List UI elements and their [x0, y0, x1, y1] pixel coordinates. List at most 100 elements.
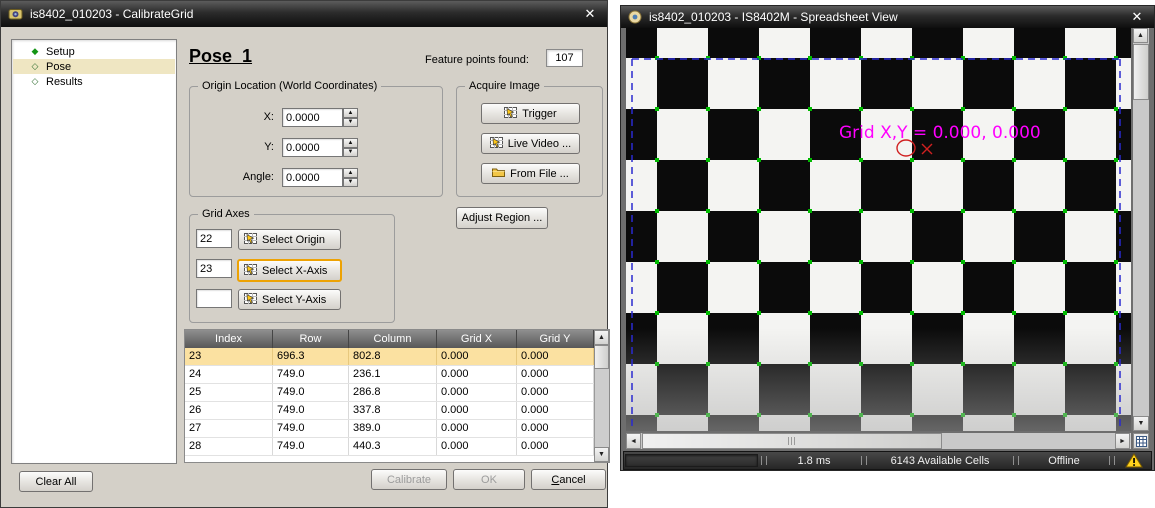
scroll-right-button[interactable]: ► — [1115, 433, 1130, 449]
tree-item-setup[interactable]: ◆ Setup — [13, 44, 175, 59]
live-video-button[interactable]: Live Video ... — [481, 133, 580, 154]
cell-index: 23 — [185, 348, 273, 365]
table-row[interactable]: 28 749.0 440.3 0.000 0.000 — [185, 438, 609, 456]
close-button[interactable]: ✕ — [580, 6, 600, 22]
folder-icon — [492, 167, 505, 180]
button-label: Trigger — [522, 108, 556, 120]
tree-item-label: Results — [46, 76, 83, 88]
cell-grid-x: 0.000 — [437, 348, 517, 365]
y-axis-index-field[interactable] — [196, 289, 232, 308]
y-spinner-up-button[interactable]: ▲ — [343, 138, 358, 148]
scroll-down-button[interactable]: ▼ — [594, 447, 609, 462]
app-icon[interactable] — [628, 10, 642, 24]
app-icon[interactable] — [8, 7, 23, 21]
cell-row: 749.0 — [273, 402, 349, 419]
origin-index-field[interactable] — [196, 229, 232, 248]
table-row[interactable]: 25 749.0 286.8 0.000 0.000 — [185, 384, 609, 402]
cell-row: 749.0 — [273, 420, 349, 437]
scroll-up-button[interactable]: ▲ — [594, 330, 609, 345]
scrollbar-thumb[interactable] — [642, 433, 942, 449]
cell-index: 24 — [185, 366, 273, 383]
table-header: Index Row Column Grid X Grid Y — [185, 330, 609, 348]
cell-grid-x: 0.000 — [437, 402, 517, 419]
ok-button: OK — [453, 469, 525, 490]
grid-axes-group: Grid Axes Select Origin Select X-Axis — [189, 214, 395, 323]
trigger-button[interactable]: Trigger — [481, 103, 580, 124]
scroll-left-button[interactable]: ◄ — [626, 433, 641, 449]
diamond-icon: ◇ — [30, 77, 40, 86]
table-scrollbar[interactable]: ▲ ▼ — [594, 330, 609, 462]
calibrate-grid-window: is8402_010203 - CalibrateGrid ✕ ◆ Setup … — [0, 0, 608, 508]
pointer-grid-icon — [244, 293, 257, 307]
cell-column: 286.8 — [349, 384, 437, 401]
status-message-area — [625, 454, 758, 467]
grid-readout-text: Grid X,Y = 0.000, 0.000 — [839, 123, 1041, 143]
y-spinner-down-button[interactable]: ▼ — [343, 148, 358, 158]
status-warning[interactable] — [1117, 452, 1151, 469]
cell-column: 802.8 — [349, 348, 437, 365]
up-arrow-icon: ▲ — [1137, 32, 1144, 39]
from-file-button[interactable]: From File ... — [481, 163, 580, 184]
desktop: is8402_010203 - CalibrateGrid ✕ ◆ Setup … — [0, 0, 1155, 508]
x-spinner-down-button[interactable]: ▼ — [343, 118, 358, 128]
diamond-icon: ◇ — [30, 62, 40, 71]
x-axis-index-field[interactable] — [196, 259, 232, 278]
select-origin-button[interactable]: Select Origin — [238, 229, 341, 250]
scrollbar-thumb[interactable] — [594, 345, 609, 369]
button-label: From File ... — [510, 168, 569, 180]
cell-row: 749.0 — [273, 438, 349, 455]
camera-icon — [504, 107, 517, 121]
down-arrow-icon: ▼ — [598, 451, 605, 458]
select-x-axis-button[interactable]: Select X-Axis — [237, 259, 342, 282]
y-input[interactable] — [282, 138, 343, 157]
down-arrow-icon: ▼ — [348, 179, 354, 185]
cell-grid-y: 0.000 — [517, 438, 594, 455]
x-spinner: ▲ ▼ — [343, 108, 358, 127]
left-arrow-icon: ◄ — [630, 438, 637, 445]
close-icon: ✕ — [585, 6, 596, 21]
adjust-region-button[interactable]: Adjust Region ... — [456, 207, 548, 229]
setup-tree: ◆ Setup ◇ Pose ◇ Results — [11, 39, 177, 464]
scroll-down-button[interactable]: ▼ — [1133, 416, 1149, 431]
close-button[interactable]: ✕ — [1127, 9, 1147, 25]
cell-grid-y: 0.000 — [517, 348, 594, 365]
status-acquisition-time: 1.8 ms — [769, 452, 859, 469]
angle-label: Angle: — [198, 171, 274, 183]
cancel-button[interactable]: Cancel — [531, 469, 606, 490]
angle-spinner-down-button[interactable]: ▼ — [343, 178, 358, 188]
group-title: Acquire Image — [465, 80, 544, 93]
button-label: Adjust Region ... — [462, 212, 543, 224]
column-header-grid-x: Grid X — [437, 330, 517, 348]
x-spinner-up-button[interactable]: ▲ — [343, 108, 358, 118]
tree-item-pose[interactable]: ◇ Pose — [13, 59, 175, 74]
angle-input[interactable] — [282, 168, 343, 187]
up-arrow-icon: ▲ — [598, 334, 605, 341]
image-display[interactable]: Grid X,Y = 0.000, 0.000 — [626, 28, 1131, 431]
scrollbar-thumb[interactable] — [1133, 44, 1149, 100]
table-row[interactable]: 27 749.0 389.0 0.000 0.000 — [185, 420, 609, 438]
vertical-scrollbar[interactable]: ▲ ▼ — [1133, 28, 1149, 431]
tree-item-results[interactable]: ◇ Results — [13, 74, 175, 89]
scroll-up-button[interactable]: ▲ — [1133, 28, 1148, 43]
horizontal-scrollbar[interactable]: ◄ ► — [626, 433, 1131, 449]
button-label: Select Origin — [262, 234, 325, 246]
clear-all-button[interactable]: Clear All — [19, 471, 93, 492]
window-titlebar: is8402_010203 - IS8402M - Spreadsheet Vi… — [621, 6, 1154, 28]
table-row[interactable]: 23 696.3 802.8 0.000 0.000 — [185, 348, 609, 366]
x-input[interactable] — [282, 108, 343, 127]
table-row[interactable]: 26 749.0 337.8 0.000 0.000 — [185, 402, 609, 420]
angle-spinner-up-button[interactable]: ▲ — [343, 168, 358, 178]
window-titlebar: is8402_010203 - CalibrateGrid ✕ — [1, 1, 607, 27]
column-header-row: Row — [273, 330, 349, 348]
cell-column: 389.0 — [349, 420, 437, 437]
table-row[interactable]: 24 749.0 236.1 0.000 0.000 — [185, 366, 609, 384]
warning-icon — [1125, 453, 1143, 468]
column-header-column: Column — [349, 330, 437, 348]
up-arrow-icon: ▲ — [348, 140, 354, 146]
button-label: Live Video ... — [508, 138, 571, 150]
spreadsheet-toggle-button[interactable] — [1133, 433, 1149, 449]
spreadsheet-icon — [1136, 436, 1147, 447]
cell-column: 440.3 — [349, 438, 437, 455]
select-y-axis-button[interactable]: Select Y-Axis — [238, 289, 341, 310]
group-title: Grid Axes — [198, 208, 254, 221]
